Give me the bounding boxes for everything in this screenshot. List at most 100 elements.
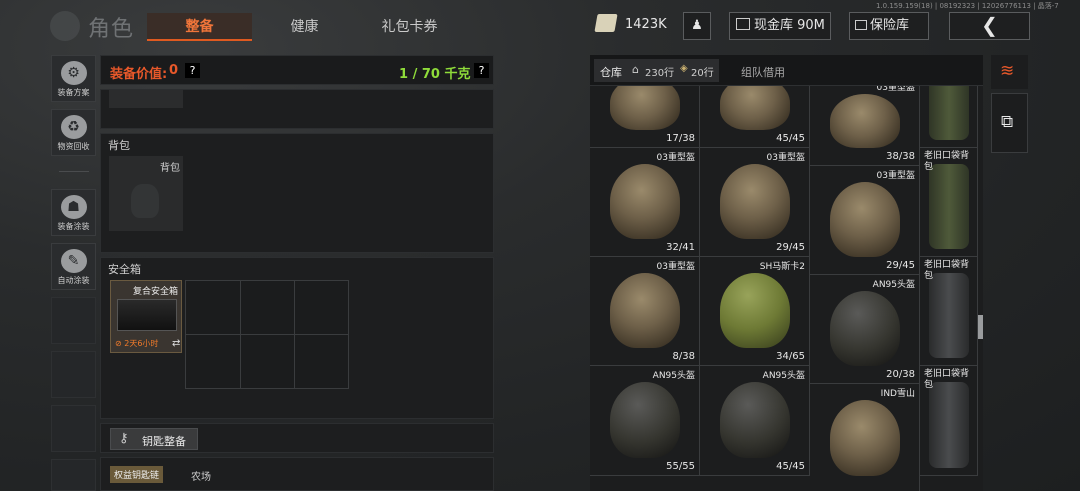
key-loadout-button[interactable]: ⚷ 钥匙整备 [110, 428, 198, 450]
tab-team-borrow[interactable]: 组队借用 [741, 64, 785, 80]
item-durability: 32/41 [666, 242, 695, 253]
trader-button[interactable]: ♟ [683, 12, 711, 40]
warehouse-rows: 230行 [645, 68, 675, 79]
item-name: IND雪山 [880, 389, 915, 399]
warehouse-item[interactable]: 老旧口袋背包 [920, 148, 978, 257]
warehouse-item[interactable]: SH马斯卡2 34/65 [700, 257, 810, 366]
warehouse-panel: 仓库 ⌂ 230行 ◈ 20行 组队借用 17/38 45/45 03重型盔 38/3… [590, 55, 983, 491]
helmet-item-icon [720, 382, 790, 458]
sort-button[interactable]: ≋ [991, 55, 1028, 89]
sidebar-item-recycle[interactable]: ♻ 物资回收 [51, 109, 96, 156]
item-durability: 29/45 [886, 260, 915, 271]
item-name: 老旧口袋背包 [924, 260, 970, 281]
weight-help-icon[interactable]: ? [474, 63, 489, 78]
sidebar-item-equip-plan[interactable]: ⚙ 装备方案 [51, 55, 96, 102]
warehouse-scrollbar[interactable] [978, 315, 983, 339]
tab-warehouse[interactable]: 仓库 ⌂ 230行 ◈ 20行 [594, 59, 719, 82]
sidebar-item-paint[interactable]: ☗ 装备涂装 [51, 189, 96, 236]
sidebar-divider [59, 171, 89, 172]
equipment-slot-panel [100, 89, 494, 129]
warehouse-item[interactable]: 03重型盔 29/45 [700, 148, 810, 257]
backpack-slot-label: 背包 [160, 163, 180, 174]
globe-logo-icon [50, 11, 80, 41]
helmet-item-icon [830, 94, 900, 148]
help-icon[interactable]: ? [185, 63, 200, 78]
key-section: ⚷ 钥匙整备 [100, 423, 494, 453]
warehouse-item[interactable]: 03重型盔 29/45 [810, 166, 920, 275]
backpack-item-icon [929, 273, 969, 358]
page-title: 角色 [88, 17, 135, 42]
safebox-section: 安全箱 复合安全箱 ⊘ 2天6小时 ⇄ [100, 257, 494, 419]
warehouse-item[interactable]: 17/38 [590, 86, 700, 148]
item-name: 03重型盔 [876, 171, 915, 181]
warehouse-item[interactable]: 03重型盔 8/38 [590, 257, 700, 366]
warehouse-item[interactable]: 03重型盔 32/41 [590, 148, 700, 257]
warehouse-item[interactable]: IND雪山 [810, 384, 920, 491]
helmet-item-icon [610, 273, 680, 348]
backpack-item-icon [929, 382, 969, 468]
paint-icon: ☗ [60, 195, 87, 219]
stash-button[interactable]: ⧉ [991, 93, 1028, 153]
backpack-slot[interactable]: 背包 [109, 156, 183, 231]
safe-vault-label: 保险库 [870, 18, 910, 33]
warehouse-item[interactable]: AN95头盔 20/38 [810, 275, 920, 384]
backpack-placeholder-icon [131, 184, 159, 218]
equip-value: 0 [169, 63, 179, 78]
safe-icon [855, 20, 867, 30]
warehouse-item[interactable]: 老旧口袋背包 [920, 257, 978, 366]
backpack-section: 背包 背包 [100, 133, 494, 253]
helmet-item-icon [610, 86, 680, 130]
warehouse-item[interactable]: 老旧口袋背包 [920, 86, 978, 148]
tab-gift-cards[interactable]: 礼包卡券 [357, 13, 462, 41]
warehouse-item[interactable]: 老旧口袋背包 [920, 366, 978, 476]
cash-vault-label: 现金库 90M [754, 18, 825, 33]
item-name: 03重型盔 [876, 86, 915, 93]
item-name: 03重型盔 [656, 262, 695, 272]
back-button[interactable]: ❮ [949, 12, 1030, 40]
item-name: AN95头盔 [652, 371, 695, 381]
safebox-grid [185, 280, 349, 389]
item-name: AN95头盔 [872, 280, 915, 290]
item-durability: 29/45 [776, 242, 805, 253]
warehouse-tab-bar: 仓库 ⌂ 230行 ◈ 20行 组队借用 [590, 55, 983, 86]
tab-health[interactable]: 健康 [262, 13, 347, 41]
sidebar-item-auto-paint[interactable]: ✎ 自动涂装 [51, 243, 96, 290]
sidebar-empty-slot [51, 459, 96, 491]
equip-value-bar: 装备价值: 0 ? 1 / 70 千克 ? [100, 55, 494, 85]
warehouse-item[interactable]: 03重型盔 38/38 [810, 86, 920, 166]
tab-loadout[interactable]: 整备 [147, 13, 252, 41]
item-name: 03重型盔 [656, 153, 695, 163]
farm-label: 农场 [191, 472, 211, 483]
item-durability: 45/45 [776, 133, 805, 144]
warehouse-rows-extra: 20行 [691, 68, 714, 79]
warehouse-item-grid: 17/3845/4503重型盔38/38老旧口袋背包03重型盔32/4103重型… [590, 86, 983, 491]
helmet-item-icon [830, 291, 900, 366]
equipment-slot[interactable] [109, 90, 183, 108]
item-name: 老旧口袋背包 [924, 151, 970, 172]
item-durability: 34/65 [776, 351, 805, 362]
gear-set-icon: ⚙ [60, 61, 87, 85]
warehouse-item[interactable]: 45/45 [700, 86, 810, 148]
item-durability: 38/38 [886, 151, 915, 162]
trader-icon: ♟ [691, 18, 703, 33]
safebox-slot[interactable]: 复合安全箱 ⊘ 2天6小时 ⇄ [110, 280, 182, 353]
warehouse-item[interactable]: AN95头盔 45/45 [700, 366, 810, 476]
helmet-item-icon [830, 182, 900, 257]
sidebar-empty-slot [51, 351, 96, 398]
item-durability: 17/38 [666, 133, 695, 144]
safebox-name: 复合安全箱 [133, 287, 179, 297]
item-durability: 45/45 [776, 461, 805, 472]
sidebar-label: 装备涂装 [57, 222, 90, 231]
warehouse-tab-label: 仓库 [600, 66, 622, 79]
weight-value: 1 / 70 千克 [399, 67, 471, 82]
ticket-icon: ◈ [680, 63, 688, 74]
cash-vault-button[interactable]: 现金库 90M [729, 12, 831, 40]
helmet-item-icon [610, 382, 680, 458]
item-durability: 8/38 [672, 351, 695, 362]
safe-vault-button[interactable]: 保险库 [849, 12, 929, 40]
rights-section: 权益钥匙链 农场 [100, 457, 494, 491]
swap-icon[interactable]: ⇄ [172, 338, 180, 349]
warehouse-item[interactable]: AN95头盔 55/55 [590, 366, 700, 476]
helmet-item-icon [610, 164, 680, 239]
recycle-icon: ♻ [60, 115, 87, 139]
